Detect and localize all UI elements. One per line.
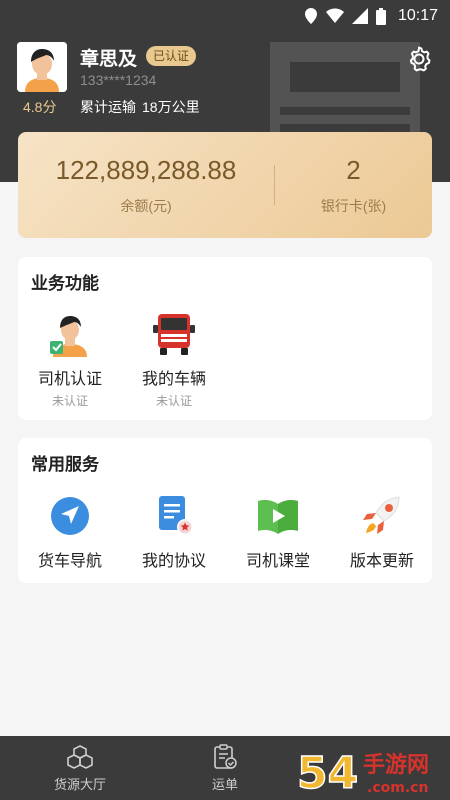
- bank-card-count: 2: [346, 154, 361, 185]
- bank-card-block[interactable]: 2 银行卡(张): [275, 155, 432, 216]
- balance-label: 余额(元): [120, 197, 172, 214]
- watermark-brand: 54: [297, 748, 358, 799]
- balance-amount-block[interactable]: 122,889,288.88 余额(元): [18, 155, 274, 216]
- document-icon: [159, 496, 193, 535]
- driver-classroom-label: 司机课堂: [245, 553, 310, 570]
- waybill-icon: [214, 743, 237, 769]
- bank-card-label: 银行卡(张): [320, 197, 387, 214]
- tab-waybill-label: 运单: [211, 776, 238, 792]
- verified-badge: 已认证: [146, 46, 197, 66]
- user-name: 章思及: [80, 49, 138, 70]
- balance-card[interactable]: 122,889,288.88 余额(元) 2 银行卡(张): [18, 132, 432, 238]
- my-agreement-item[interactable]: 我的协议: [122, 493, 226, 571]
- driver-icon: [50, 316, 87, 357]
- truck-icon: [153, 314, 195, 355]
- my-agreement-label: 我的协议: [141, 553, 206, 570]
- status-time: 10:17: [397, 7, 438, 24]
- site-watermark-logo: 54 手游网 .com.cn: [296, 747, 429, 800]
- my-vehicle-label: 我的车辆: [141, 371, 206, 388]
- driver-classroom-item[interactable]: 司机课堂: [226, 493, 330, 571]
- business-title: 业务功能: [31, 274, 99, 293]
- video-book-icon: [258, 500, 298, 534]
- rocket-icon: [363, 496, 400, 534]
- business-functions-card: 业务功能 司机认证 未认证 我的车辆 未认证: [18, 257, 432, 420]
- mileage-value: 18万公里: [142, 99, 200, 115]
- location-icon: [304, 8, 317, 24]
- tab-waybill[interactable]: 运单: [169, 736, 281, 800]
- driver-certification-item[interactable]: 司机认证 未认证: [18, 311, 122, 409]
- status-bar: 10:17: [0, 0, 450, 32]
- balance-amount: 122,889,288.88: [55, 154, 237, 185]
- settings-gear-icon[interactable]: [404, 44, 434, 74]
- tab-cargo-hall-label: 货源大厅: [53, 776, 106, 792]
- watermark-text: 手游网: [363, 752, 429, 778]
- battery-icon: [375, 7, 386, 25]
- wifi-icon: [325, 8, 344, 23]
- driver-certification-label: 司机认证: [37, 371, 102, 388]
- watermark-domain: .com.cn: [367, 780, 428, 796]
- my-vehicle-status: 未认证: [155, 394, 192, 408]
- mileage-summary: 累计运输 18万公里: [80, 97, 200, 117]
- version-update-item[interactable]: 版本更新: [330, 493, 434, 571]
- driver-rating: 4.8分: [23, 99, 57, 115]
- signal-icon: [351, 8, 368, 24]
- avatar[interactable]: [17, 42, 67, 92]
- cargo-icon: [67, 744, 93, 769]
- version-update-label: 版本更新: [349, 553, 414, 570]
- navigation-icon: [51, 497, 89, 535]
- phone-number: 133****1234: [80, 72, 157, 88]
- truck-navigation-item[interactable]: 货车导航: [18, 493, 122, 571]
- driver-certification-status: 未认证: [51, 394, 88, 408]
- mileage-label: 累计运输: [80, 99, 136, 115]
- truck-navigation-label: 货车导航: [37, 553, 102, 570]
- tab-cargo-hall[interactable]: 货源大厅: [24, 736, 136, 800]
- common-services-card: 常用服务 货车导航 我的协议 司机课堂 版本更新: [18, 438, 432, 583]
- my-vehicle-item[interactable]: 我的车辆 未认证: [122, 311, 226, 409]
- services-title: 常用服务: [31, 455, 99, 474]
